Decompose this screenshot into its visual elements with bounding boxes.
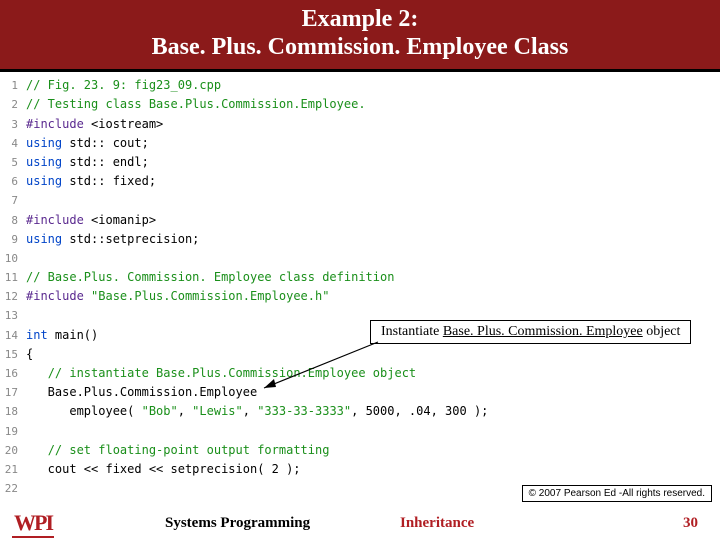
wpi-logo: WPI xyxy=(14,510,52,536)
callout-pre: Instantiate xyxy=(381,324,443,339)
callout-underlined: Base. Plus. Commission. Employee xyxy=(443,324,643,339)
code-content: using std:: cout; xyxy=(26,134,149,153)
code-content xyxy=(26,306,33,325)
code-content: // instantiate Base.Plus.Commission.Empl… xyxy=(26,364,416,383)
line-number: 2 xyxy=(0,96,26,114)
line-number: 21 xyxy=(0,461,26,479)
callout-box: Instantiate Base. Plus. Commission. Empl… xyxy=(370,320,691,344)
title-line-2: Base. Plus. Commission. Employee Class xyxy=(152,34,569,60)
code-listing: 1// Fig. 23. 9: fig23_09.cpp2// Testing … xyxy=(0,72,720,498)
code-line: 11// Base.Plus. Commission. Employee cla… xyxy=(0,268,720,287)
code-line: 6using std:: fixed; xyxy=(0,172,720,191)
line-number: 20 xyxy=(0,442,26,460)
line-number: 15 xyxy=(0,346,26,364)
line-number: 6 xyxy=(0,173,26,191)
line-number: 7 xyxy=(0,192,26,210)
code-line: 4using std:: cout; xyxy=(0,134,720,153)
code-line: 3#include <iostream> xyxy=(0,115,720,134)
footer-page-number: 30 xyxy=(683,515,698,532)
code-line: 12#include "Base.Plus.Commission.Employe… xyxy=(0,287,720,306)
code-line: 8#include <iomanip> xyxy=(0,211,720,230)
code-content xyxy=(26,249,33,268)
code-line: 17 Base.Plus.Commission.Employee xyxy=(0,383,720,402)
code-line: 2// Testing class Base.Plus.Commission.E… xyxy=(0,95,720,114)
line-number: 3 xyxy=(0,116,26,134)
code-content xyxy=(26,191,33,210)
line-number: 12 xyxy=(0,288,26,306)
slide-header: Example 2: Base. Plus. Commission. Emplo… xyxy=(0,0,720,72)
code-content: using std::setprecision; xyxy=(26,230,199,249)
line-number: 1 xyxy=(0,77,26,95)
line-number: 4 xyxy=(0,135,26,153)
footer-topic: Inheritance xyxy=(400,515,474,532)
code-content: // Base.Plus. Commission. Employee class… xyxy=(26,268,394,287)
code-content: #include <iostream> xyxy=(26,115,163,134)
code-line: 15{ xyxy=(0,345,720,364)
title-line-1: Example 2: xyxy=(302,6,419,32)
code-line: 21 cout << fixed << setprecision( 2 ); xyxy=(0,460,720,479)
code-content: // set floating-point output formatting xyxy=(26,441,329,460)
code-line: 20 // set floating-point output formatti… xyxy=(0,441,720,460)
line-number: 14 xyxy=(0,327,26,345)
code-content: // Fig. 23. 9: fig23_09.cpp xyxy=(26,76,221,95)
copyright-notice: © 2007 Pearson Ed -All rights reserved. xyxy=(522,485,712,502)
code-content: Base.Plus.Commission.Employee xyxy=(26,383,257,402)
slide-title: Example 2: Base. Plus. Commission. Emplo… xyxy=(0,6,720,61)
code-line: 5using std:: endl; xyxy=(0,153,720,172)
code-content: { xyxy=(26,345,33,364)
footer-course: Systems Programming xyxy=(165,515,310,532)
code-content: employee( "Bob", "Lewis", "333-33-3333",… xyxy=(26,402,488,421)
callout-post: object xyxy=(643,324,681,339)
line-number: 8 xyxy=(0,212,26,230)
code-content: int main() xyxy=(26,326,98,345)
line-number: 10 xyxy=(0,250,26,268)
code-content xyxy=(26,422,33,441)
code-content: // Testing class Base.Plus.Commission.Em… xyxy=(26,95,366,114)
line-number: 18 xyxy=(0,403,26,421)
code-line: 19 xyxy=(0,422,720,441)
code-line: 18 employee( "Bob", "Lewis", "333-33-333… xyxy=(0,402,720,421)
line-number: 11 xyxy=(0,269,26,287)
code-line: 16 // instantiate Base.Plus.Commission.E… xyxy=(0,364,720,383)
line-number: 17 xyxy=(0,384,26,402)
line-number: 5 xyxy=(0,154,26,172)
code-content: cout << fixed << setprecision( 2 ); xyxy=(26,460,301,479)
code-content: using std:: fixed; xyxy=(26,172,156,191)
code-content: using std:: endl; xyxy=(26,153,149,172)
code-line: 1// Fig. 23. 9: fig23_09.cpp xyxy=(0,76,720,95)
code-line: 7 xyxy=(0,191,720,210)
line-number: 22 xyxy=(0,480,26,498)
line-number: 16 xyxy=(0,365,26,383)
code-line: 9using std::setprecision; xyxy=(0,230,720,249)
code-content xyxy=(26,479,33,498)
line-number: 13 xyxy=(0,307,26,325)
line-number: 9 xyxy=(0,231,26,249)
code-content: #include <iomanip> xyxy=(26,211,156,230)
code-line: 10 xyxy=(0,249,720,268)
code-content: #include "Base.Plus.Commission.Employee.… xyxy=(26,287,329,306)
slide-footer: WPI Systems Programming Inheritance 30 xyxy=(0,506,720,540)
line-number: 19 xyxy=(0,423,26,441)
